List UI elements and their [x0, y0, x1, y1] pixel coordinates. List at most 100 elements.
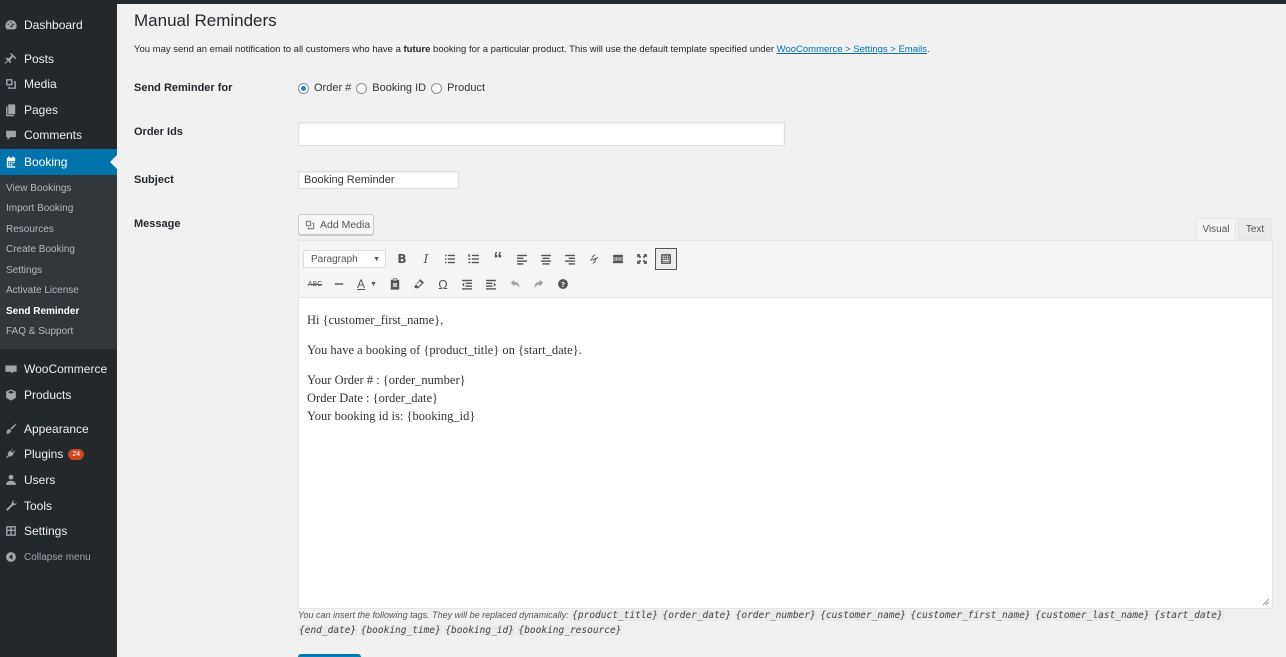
woocommerce-emails-link[interactable]: WooCommerce > Settings > Emails	[777, 44, 927, 55]
message-label: Message	[134, 218, 181, 230]
page-title: Manual Reminders	[134, 11, 277, 30]
radio-booking-id-label[interactable]: Booking ID	[372, 82, 426, 94]
radio-order-label[interactable]: Order #	[314, 82, 351, 94]
editor-content[interactable]: Hi {customer_first_name}, You have a boo…	[307, 311, 582, 425]
tag-booking-resource: {booking_resource}	[517, 625, 623, 636]
strikethrough-icon[interactable]: ABC	[303, 272, 327, 296]
radio-booking-id[interactable]	[356, 82, 368, 94]
menu-woocommerce[interactable]: WooCommerce	[0, 356, 117, 382]
message-booking-line: You have a booking of {product_title} on…	[307, 343, 582, 357]
resize-handle-icon[interactable]	[1262, 598, 1270, 606]
clear-formatting-icon[interactable]	[407, 272, 431, 296]
menu-booking[interactable]: Booking	[0, 149, 117, 175]
plugin-icon	[4, 447, 18, 461]
tag-booking-id: {booking_id}	[444, 625, 515, 636]
calendar-icon	[4, 155, 18, 169]
pin-icon	[4, 52, 18, 66]
submenu-create-booking[interactable]: Create Booking	[6, 244, 75, 255]
link-icon[interactable]	[582, 247, 606, 271]
tag-order-number: {order_number}	[734, 610, 817, 621]
tab-visual[interactable]: Visual	[1196, 218, 1236, 240]
collapse-label: Collapse menu	[24, 551, 91, 563]
wrench-icon	[4, 499, 18, 513]
add-media-button[interactable]: Add Media	[298, 214, 374, 235]
redo-icon[interactable]	[527, 272, 551, 296]
menu-dashboard[interactable]: Dashboard	[0, 12, 117, 38]
subject-label: Subject	[134, 174, 174, 186]
text-color-icon[interactable]: A ▼	[351, 272, 383, 296]
plugins-update-badge: 24	[68, 448, 85, 460]
tab-text[interactable]: Text	[1238, 218, 1272, 240]
tag-customer-first-name: {customer_first_name}	[909, 610, 1032, 621]
help-icon[interactable]: ?	[551, 272, 575, 296]
add-media-label: Add Media	[320, 218, 371, 231]
menu-label: WooCommerce	[24, 362, 108, 376]
menu-label: Plugins	[24, 447, 64, 461]
menu-plugins[interactable]: Plugins 24	[0, 441, 117, 467]
submenu-faq-support[interactable]: FAQ & Support	[6, 326, 73, 337]
bold-icon[interactable]: B	[390, 247, 414, 271]
fullscreen-icon[interactable]	[630, 247, 654, 271]
format-select-value: Paragraph	[311, 253, 358, 265]
menu-posts[interactable]: Posts	[0, 46, 117, 72]
tag-product-title: {product_title}	[571, 610, 659, 621]
message-greeting: Hi {customer_first_name},	[307, 313, 444, 327]
indent-icon[interactable]	[479, 272, 503, 296]
menu-pages[interactable]: Pages	[0, 97, 117, 123]
intro-bold: future	[403, 44, 431, 55]
align-left-icon[interactable]	[510, 247, 534, 271]
radio-product-label[interactable]: Product	[447, 82, 485, 94]
media-icon	[4, 77, 18, 91]
toolbar-toggle-icon[interactable]	[655, 248, 677, 270]
message-order-number-line: Your Order # : {order_number}	[307, 373, 466, 387]
pages-icon	[4, 103, 18, 117]
brush-icon	[4, 422, 18, 436]
read-more-icon[interactable]	[606, 247, 630, 271]
blockquote-icon[interactable]: “	[486, 247, 510, 271]
italic-icon[interactable]: I	[414, 247, 438, 271]
main-content: Manual Reminders You may send an email n…	[117, 4, 1286, 657]
order-ids-label: Order Ids	[134, 126, 183, 138]
submenu-activate-license[interactable]: Activate License	[6, 285, 79, 296]
submenu-resources[interactable]: Resources	[6, 224, 54, 235]
align-center-icon[interactable]	[534, 247, 558, 271]
menu-label: Pages	[24, 103, 59, 117]
tag-booking-time: {booking_time}	[359, 625, 442, 636]
submenu-send-reminder[interactable]: Send Reminder	[6, 306, 79, 317]
menu-media[interactable]: Media	[0, 71, 117, 97]
add-media-icon	[305, 220, 315, 229]
radio-order[interactable]	[298, 82, 309, 94]
format-select[interactable]: Paragraph ▼	[303, 250, 386, 268]
menu-settings[interactable]: Settings	[0, 518, 117, 544]
woocommerce-icon	[4, 362, 18, 376]
menu-appearance[interactable]: Appearance	[0, 416, 117, 442]
tag-start-date: {start_date}	[1153, 610, 1224, 621]
menu-comments[interactable]: Comments	[0, 122, 117, 148]
paste-text-icon[interactable]	[383, 272, 407, 296]
menu-users[interactable]: Users	[0, 467, 117, 493]
special-character-icon[interactable]: Ω	[431, 272, 455, 296]
bullet-list-icon[interactable]	[438, 247, 462, 271]
submenu-view-bookings[interactable]: View Bookings	[6, 183, 71, 194]
menu-products[interactable]: Products	[0, 382, 117, 408]
tags-note-text: You can insert the following tags. They …	[298, 610, 569, 620]
admin-sidebar: Dashboard Posts Media Pages Comments Boo…	[0, 0, 117, 657]
send-reminder-label: Send Reminder for	[134, 82, 233, 94]
menu-tools[interactable]: Tools	[0, 493, 117, 519]
order-ids-input[interactable]	[298, 122, 785, 146]
menu-label: Settings	[24, 524, 68, 538]
chevron-down-icon: ▼	[373, 255, 380, 263]
undo-icon[interactable]	[503, 272, 527, 296]
toolbar-row-1: Paragraph ▼ B I “	[303, 247, 678, 271]
menu-label: Booking	[24, 155, 68, 169]
radio-product[interactable]	[431, 82, 443, 94]
collapse-menu-button[interactable]: Collapse menu	[0, 544, 117, 570]
subject-input[interactable]: Booking Reminder	[298, 171, 459, 189]
horizontal-line-icon[interactable]	[327, 272, 351, 296]
outdent-icon[interactable]	[455, 272, 479, 296]
numbered-list-icon[interactable]	[462, 247, 486, 271]
submenu-settings[interactable]: Settings	[6, 265, 42, 276]
submenu-import-booking[interactable]: Import Booking	[6, 203, 73, 214]
users-icon	[4, 473, 18, 487]
align-right-icon[interactable]	[558, 247, 582, 271]
